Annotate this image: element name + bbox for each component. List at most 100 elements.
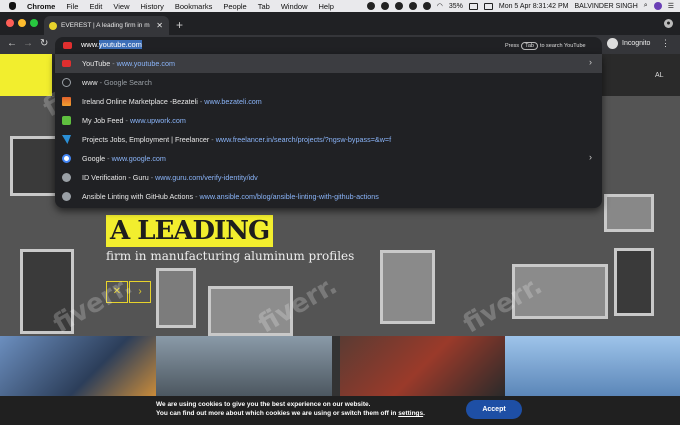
tab-search-icon[interactable]: ●	[664, 19, 673, 28]
suggestion-url: www.freelancer.in/search/projects/?ngsw-…	[215, 135, 392, 144]
new-tab-button[interactable]: +	[176, 18, 183, 32]
suggestion-row[interactable]: Projects Jobs, Employment | Freelancer -…	[55, 130, 602, 149]
suggestion-row[interactable]: Ansible Linting with GitHub Actions - ww…	[55, 187, 602, 206]
hint-key: Tab	[521, 42, 538, 50]
datetime[interactable]: Mon 5 Apr 8:31:42 PM	[499, 3, 569, 10]
suggestion-url: www.youtube.com	[116, 59, 175, 68]
omnibox-typed-text: www.	[81, 40, 99, 49]
suggestion-title: My Job Feed	[82, 116, 124, 125]
window-graphic	[604, 194, 654, 232]
menu-window[interactable]: Window	[281, 2, 308, 11]
menubar-status-area: ◠ 35% Mon 5 Apr 8:31:42 PM BALVINDER SIN…	[366, 0, 674, 12]
suggestion-title: YouTube	[82, 59, 111, 68]
youtube-icon	[62, 60, 71, 67]
menu-bookmarks[interactable]: Bookmarks	[175, 2, 213, 11]
suggestion-row[interactable]: My Job Feed - www.upwork.com	[55, 111, 602, 130]
project-gallery	[0, 336, 680, 396]
status-app-icon-4[interactable]	[422, 2, 431, 10]
siri-icon[interactable]	[653, 2, 662, 10]
google-icon	[62, 154, 71, 163]
suggestion-text: Ireland Online Marketplace -Bezateli - w…	[82, 97, 262, 106]
menu-help[interactable]: Help	[319, 2, 334, 11]
wifi-icon[interactable]: ◠	[437, 2, 443, 10]
suggestion-url: Google Search	[103, 78, 152, 87]
gallery-image[interactable]	[340, 336, 505, 396]
chevron-right-icon[interactable]: ›	[589, 57, 592, 67]
suggestion-title: Ireland Online Marketplace -Bezateli	[82, 97, 198, 106]
suggestion-title: www	[82, 78, 98, 87]
browser-toolbar: ← → ↻ www.youtube.com Press Tab to search …	[0, 35, 680, 54]
menu-people[interactable]: People	[223, 2, 246, 11]
more-menu-icon[interactable]: ⋮	[661, 38, 670, 49]
site-logo-block[interactable]	[0, 54, 52, 96]
zoom-window-button[interactable]	[30, 19, 38, 27]
status-app-icon-3[interactable]	[408, 2, 417, 10]
menu-edit[interactable]: Edit	[89, 2, 102, 11]
incognito-indicator[interactable]: Incognito	[607, 38, 650, 49]
battery-icon[interactable]	[468, 2, 478, 10]
globe-icon	[62, 173, 71, 182]
suggestion-url: www.google.com	[111, 154, 166, 163]
search-icon[interactable]: ⌕	[644, 2, 648, 10]
close-tab-icon[interactable]: ✕	[156, 21, 163, 30]
upwork-icon	[62, 116, 71, 125]
suggestion-url: www.ansible.com/blog/ansible-linting-wit…	[199, 192, 379, 201]
search-icon	[62, 78, 71, 87]
gallery-image[interactable]	[505, 336, 680, 396]
cookie-message: We are using cookies to give you the bes…	[156, 400, 425, 418]
incognito-icon	[607, 38, 618, 49]
cookie-settings-link[interactable]: settings	[398, 410, 423, 417]
gallery-image[interactable]	[156, 336, 332, 396]
hint-press: Press	[505, 43, 520, 49]
suggestion-row[interactable]: YouTube - www.youtube.com ›	[55, 54, 602, 73]
window-graphic	[10, 136, 58, 196]
suggestion-text: Projects Jobs, Employment | Freelancer -…	[82, 135, 391, 144]
suggestion-row[interactable]: Ireland Online Marketplace -Bezateli - w…	[55, 92, 602, 111]
macos-menubar: Chrome File Edit View History Bookmarks …	[0, 0, 680, 12]
cookie-line-2: You can find out more about which cookie…	[156, 409, 425, 418]
suggestion-text: My Job Feed - www.upwork.com	[82, 116, 186, 125]
site-nav-item[interactable]: AL	[655, 72, 664, 79]
accept-cookies-button[interactable]: Accept	[466, 400, 522, 419]
omnibox-suggestions: YouTube - www.youtube.com › www - Google S…	[55, 54, 602, 208]
suggestion-row[interactable]: www - Google Search	[55, 73, 602, 92]
suggestion-row[interactable]: ID Verification - Guru - www.guru.com/ve…	[55, 168, 602, 187]
site-favicon-icon	[49, 21, 57, 30]
suggestion-url: www.upwork.com	[129, 116, 186, 125]
suggestion-text: Ansible Linting with GitHub Actions - ww…	[82, 192, 379, 201]
suggestion-title: Projects Jobs, Employment | Freelancer	[82, 135, 210, 144]
suggestion-row[interactable]: Google - www.google.com ›	[55, 149, 602, 168]
menu-tab[interactable]: Tab	[258, 2, 270, 11]
cookie-line-2-text: You can find out more about which cookie…	[156, 410, 399, 417]
apple-icon[interactable]	[9, 2, 16, 10]
back-button[interactable]: ←	[7, 38, 17, 49]
keyboard-icon[interactable]	[483, 2, 493, 10]
control-center-icon[interactable]: ☰	[668, 2, 674, 10]
chevron-right-icon[interactable]: ›	[589, 152, 592, 162]
bezateli-icon	[62, 97, 71, 106]
omnibox-autocomplete-text: youtube.com	[98, 40, 142, 49]
tab-active[interactable]: EVEREST | A leading firm in m ✕	[44, 16, 169, 35]
suggestion-text: Google - www.google.com	[82, 154, 166, 163]
hero-subheadline: firm in manufacturing aluminum profiles	[106, 249, 355, 263]
omnibox[interactable]: www.youtube.com Press Tab to search YouTub…	[55, 37, 602, 54]
minimize-window-button[interactable]	[18, 19, 26, 27]
menu-app-name[interactable]: Chrome	[27, 2, 55, 11]
hero-headline: A LEADING	[106, 215, 274, 247]
telegram-icon[interactable]	[366, 2, 375, 10]
forward-button[interactable]: →	[23, 38, 33, 49]
close-window-button[interactable]	[6, 19, 14, 27]
suggestion-title: Ansible Linting with GitHub Actions	[82, 192, 194, 201]
status-app-icon[interactable]	[380, 2, 389, 10]
gallery-image[interactable]	[0, 336, 156, 396]
user-name[interactable]: BALVINDER SINGH	[575, 3, 638, 10]
menu-history[interactable]: History	[141, 2, 164, 11]
reload-button[interactable]: ↻	[40, 38, 48, 49]
cookie-line-2-end: .	[423, 410, 425, 417]
menu-file[interactable]: File	[66, 2, 78, 11]
status-app-icon-2[interactable]	[394, 2, 403, 10]
freelancer-icon	[62, 135, 71, 144]
incognito-label: Incognito	[622, 40, 651, 47]
menu-view[interactable]: View	[113, 2, 129, 11]
omnibox-input[interactable]: www.youtube.com	[81, 40, 142, 49]
